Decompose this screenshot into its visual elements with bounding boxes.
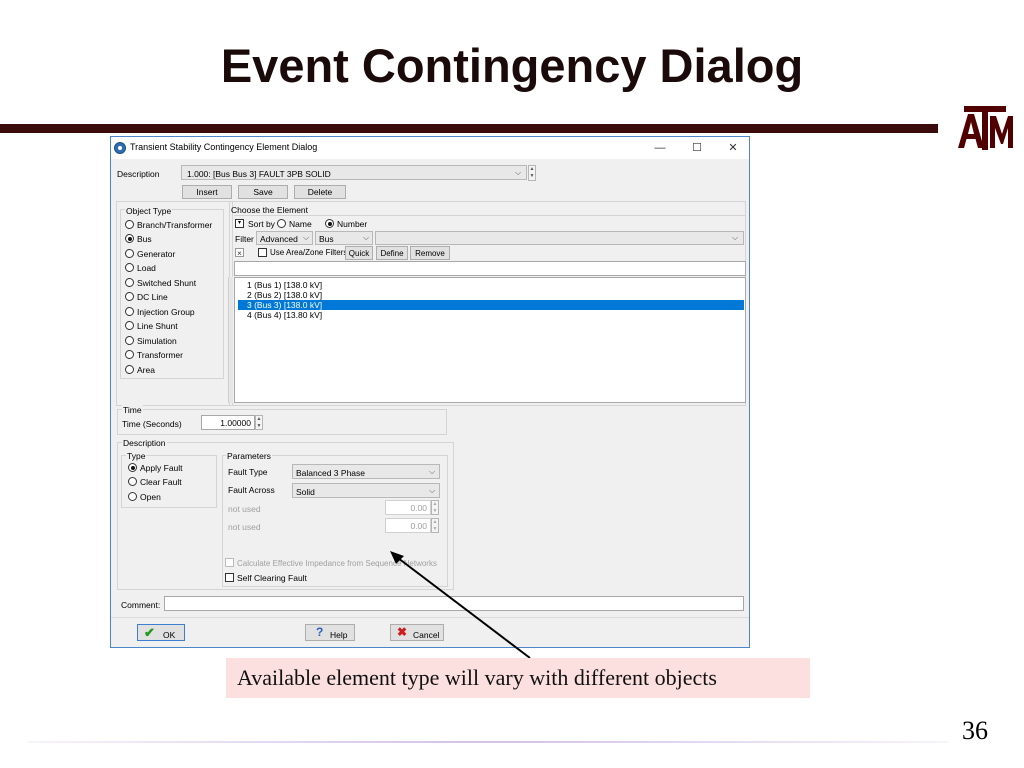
choose-element-label: Choose the Element <box>231 205 309 215</box>
list-item-selected[interactable]: 3 (Bus 3) [138.0 kV] <box>238 300 744 310</box>
fault-across-select[interactable]: Solid ⌵ <box>292 483 440 498</box>
chevron-down-icon: ⌵ <box>515 168 522 177</box>
time-label: Time (Seconds) <box>122 419 182 429</box>
app-icon <box>114 142 126 154</box>
title-rule <box>0 124 938 133</box>
close-icon[interactable]: ✕ <box>724 140 742 156</box>
time-spinner[interactable]: ▲ ▼ <box>255 415 263 430</box>
list-item[interactable]: 1 (Bus 1) [138.0 kV] <box>238 280 744 290</box>
chevron-down-icon: ⌵ <box>429 486 436 495</box>
delete-button[interactable]: Delete <box>294 185 346 199</box>
not-used-1-input[interactable]: 0.00 <box>385 500 431 515</box>
ok-button[interactable]: ✔ OK <box>137 624 185 641</box>
calc-impedance-checkbox[interactable] <box>225 558 234 567</box>
filter-mode-select[interactable]: Advanced ⌵ <box>256 231 313 245</box>
choose-divider <box>234 215 746 216</box>
chevron-down-icon: ⌵ <box>303 233 310 242</box>
filter-value-select[interactable]: ⌵ <box>375 231 744 245</box>
self-clearing-checkbox[interactable] <box>225 573 234 582</box>
maximize-icon[interactable]: ☐ <box>688 140 706 156</box>
description-spinner[interactable]: ▲ ▼ <box>528 165 536 181</box>
minimize-icon[interactable]: — <box>651 140 669 156</box>
callout-note: Available element type will vary with di… <box>226 658 810 698</box>
not-used-2-input[interactable]: 0.00 <box>385 518 431 533</box>
dialog-titlebar[interactable]: Transient Stability Contingency Element … <box>111 137 749 159</box>
self-clearing-label: Self Clearing Fault <box>237 573 307 583</box>
callout-arrow <box>390 551 531 659</box>
fault-type-select[interactable]: Balanced 3 Phase ⌵ <box>292 464 440 479</box>
save-button[interactable]: Save <box>238 185 288 199</box>
tamu-logo <box>958 106 1013 150</box>
fault-across-label: Fault Across <box>228 485 275 495</box>
remove-button[interactable]: Remove <box>410 246 450 260</box>
page-number: 36 <box>962 716 988 745</box>
quick-button[interactable]: Quick <box>345 246 373 260</box>
element-search-input[interactable] <box>234 261 746 276</box>
filter-label: Filter <box>235 234 254 244</box>
description-group-label: Description <box>122 438 167 448</box>
dialog-title: Transient Stability Contingency Element … <box>130 142 318 152</box>
filter-object-select[interactable]: Bus ⌵ <box>315 231 373 245</box>
object-type-label: Object Type <box>125 206 173 216</box>
description-select[interactable]: 1.000: [Bus Bus 3] FAULT 3PB SOLID ⌵ <box>181 165 527 180</box>
time-group-label: Time <box>122 405 143 415</box>
parameters-label: Parameters <box>226 451 272 461</box>
area-zone-label: Use Area/Zone Filters <box>270 248 348 257</box>
not-used-1-label: not used <box>228 504 261 514</box>
insert-button[interactable]: Insert <box>182 185 232 199</box>
list-item[interactable]: 4 (Bus 4) [13.80 kV] <box>238 310 744 320</box>
chevron-down-icon: ⌵ <box>363 233 370 242</box>
list-item[interactable]: 2 (Bus 2) [138.0 kV] <box>238 290 744 300</box>
help-button[interactable]: ? Help <box>305 624 355 641</box>
not-used-1-spinner[interactable]: ▲ ▼ <box>431 500 439 515</box>
footer-line <box>28 741 948 743</box>
fault-type-label: Fault Type <box>228 467 268 477</box>
time-input[interactable]: 1.00000 <box>201 415 255 430</box>
element-list[interactable]: 1 (Bus 1) [138.0 kV] 2 (Bus 2) [138.0 kV… <box>234 277 746 403</box>
comment-label: Comment: <box>121 600 161 610</box>
slide-title: Event Contingency Dialog <box>220 39 804 92</box>
define-button[interactable]: Define <box>376 246 408 260</box>
area-zone-checkbox[interactable] <box>258 248 267 257</box>
chevron-down-icon: ⌵ <box>429 467 436 476</box>
description-value: 1.000: [Bus Bus 3] FAULT 3PB SOLID <box>187 169 331 179</box>
help-icon: ? <box>316 625 324 639</box>
splitter-handle[interactable] <box>228 277 233 403</box>
sort-by-label: Sort by <box>248 219 275 229</box>
check-icon: ✔ <box>144 625 155 640</box>
type-label: Type <box>126 451 147 461</box>
chevron-down-icon: ⌵ <box>732 233 739 242</box>
sort-toggle-icon[interactable]: ▾ <box>235 219 244 228</box>
description-label: Description <box>117 169 160 179</box>
not-used-2-spinner[interactable]: ▲ ▼ <box>431 518 439 533</box>
clear-filter-icon[interactable]: × <box>235 248 244 258</box>
not-used-2-label: not used <box>228 522 261 532</box>
